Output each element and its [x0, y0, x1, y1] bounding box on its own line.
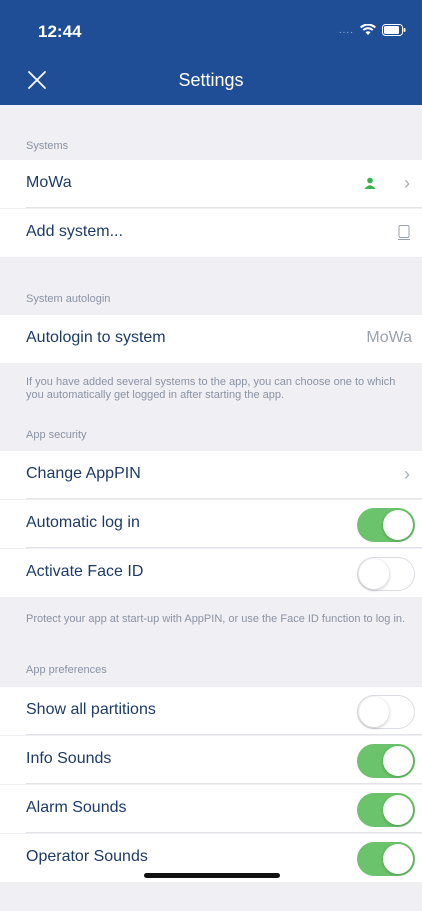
- wifi-icon: [360, 24, 376, 35]
- automatic-login-row: Automatic log in: [0, 500, 422, 548]
- toggle-knob: [383, 795, 413, 825]
- status-time: 12:44: [38, 22, 82, 41]
- chevron-right-icon: ›: [404, 464, 410, 484]
- toggle-knob: [359, 559, 389, 589]
- system-row-mowa[interactable]: MoWa ›: [0, 160, 422, 208]
- user-icon: [364, 177, 376, 189]
- alarm-sounds-label: Alarm Sounds: [26, 799, 127, 816]
- system-name: MoWa: [26, 174, 72, 191]
- toggle-knob: [383, 746, 413, 776]
- alarm-sounds-toggle[interactable]: [357, 793, 415, 827]
- face-id-label: Activate Face ID: [26, 563, 144, 580]
- show-partitions-row: Show all partitions: [0, 687, 422, 735]
- operator-sounds-toggle[interactable]: [357, 842, 415, 876]
- add-system-label: Add system...: [26, 223, 123, 240]
- face-id-row: Activate Face ID: [0, 549, 422, 597]
- divider: [26, 783, 422, 784]
- operator-sounds-label: Operator Sounds: [26, 848, 148, 865]
- divider: [26, 207, 422, 208]
- face-id-toggle[interactable]: [357, 557, 415, 591]
- toggle-knob: [359, 697, 389, 727]
- autologin-value: MoWa: [366, 329, 412, 346]
- show-partitions-label: Show all partitions: [26, 701, 156, 718]
- change-apppin-label: Change AppPIN: [26, 465, 141, 482]
- info-sounds-toggle[interactable]: [357, 744, 415, 778]
- info-sounds-row: Info Sounds: [0, 736, 422, 784]
- divider: [26, 734, 422, 735]
- home-indicator[interactable]: [144, 873, 280, 878]
- automatic-login-toggle[interactable]: [357, 508, 415, 542]
- section-label-security: App security: [26, 429, 87, 441]
- autologin-label: Autologin to system: [26, 329, 166, 346]
- chevron-right-icon: ›: [404, 173, 410, 193]
- security-note: Protect your app at start-up with AppPIN…: [26, 613, 406, 625]
- page-title: Settings: [178, 70, 244, 90]
- header: 12:44 .... Settings: [0, 0, 422, 105]
- change-apppin-row[interactable]: Change AppPIN ›: [0, 451, 422, 499]
- autologin-note: If you have added several systems to the…: [26, 376, 396, 401]
- show-partitions-toggle[interactable]: [357, 695, 415, 729]
- divider: [26, 832, 422, 833]
- status-icons: ....: [339, 24, 406, 36]
- toggle-knob: [383, 844, 413, 874]
- info-sounds-label: Info Sounds: [26, 750, 112, 767]
- section-label-autologin: System autologin: [26, 293, 111, 305]
- battery-icon: [382, 24, 406, 36]
- section-label-systems: Systems: [26, 140, 69, 152]
- divider: [26, 498, 422, 499]
- toggle-knob: [383, 510, 413, 540]
- automatic-login-label: Automatic log in: [26, 514, 140, 531]
- section-label-preferences: App preferences: [26, 664, 107, 676]
- alarm-sounds-row: Alarm Sounds: [0, 785, 422, 833]
- add-system-row[interactable]: Add system...: [0, 209, 422, 257]
- autologin-row[interactable]: Autologin to system MoWa: [0, 315, 422, 363]
- device-icon: [398, 225, 410, 240]
- signal-icon: ....: [338, 24, 354, 36]
- divider: [26, 547, 422, 548]
